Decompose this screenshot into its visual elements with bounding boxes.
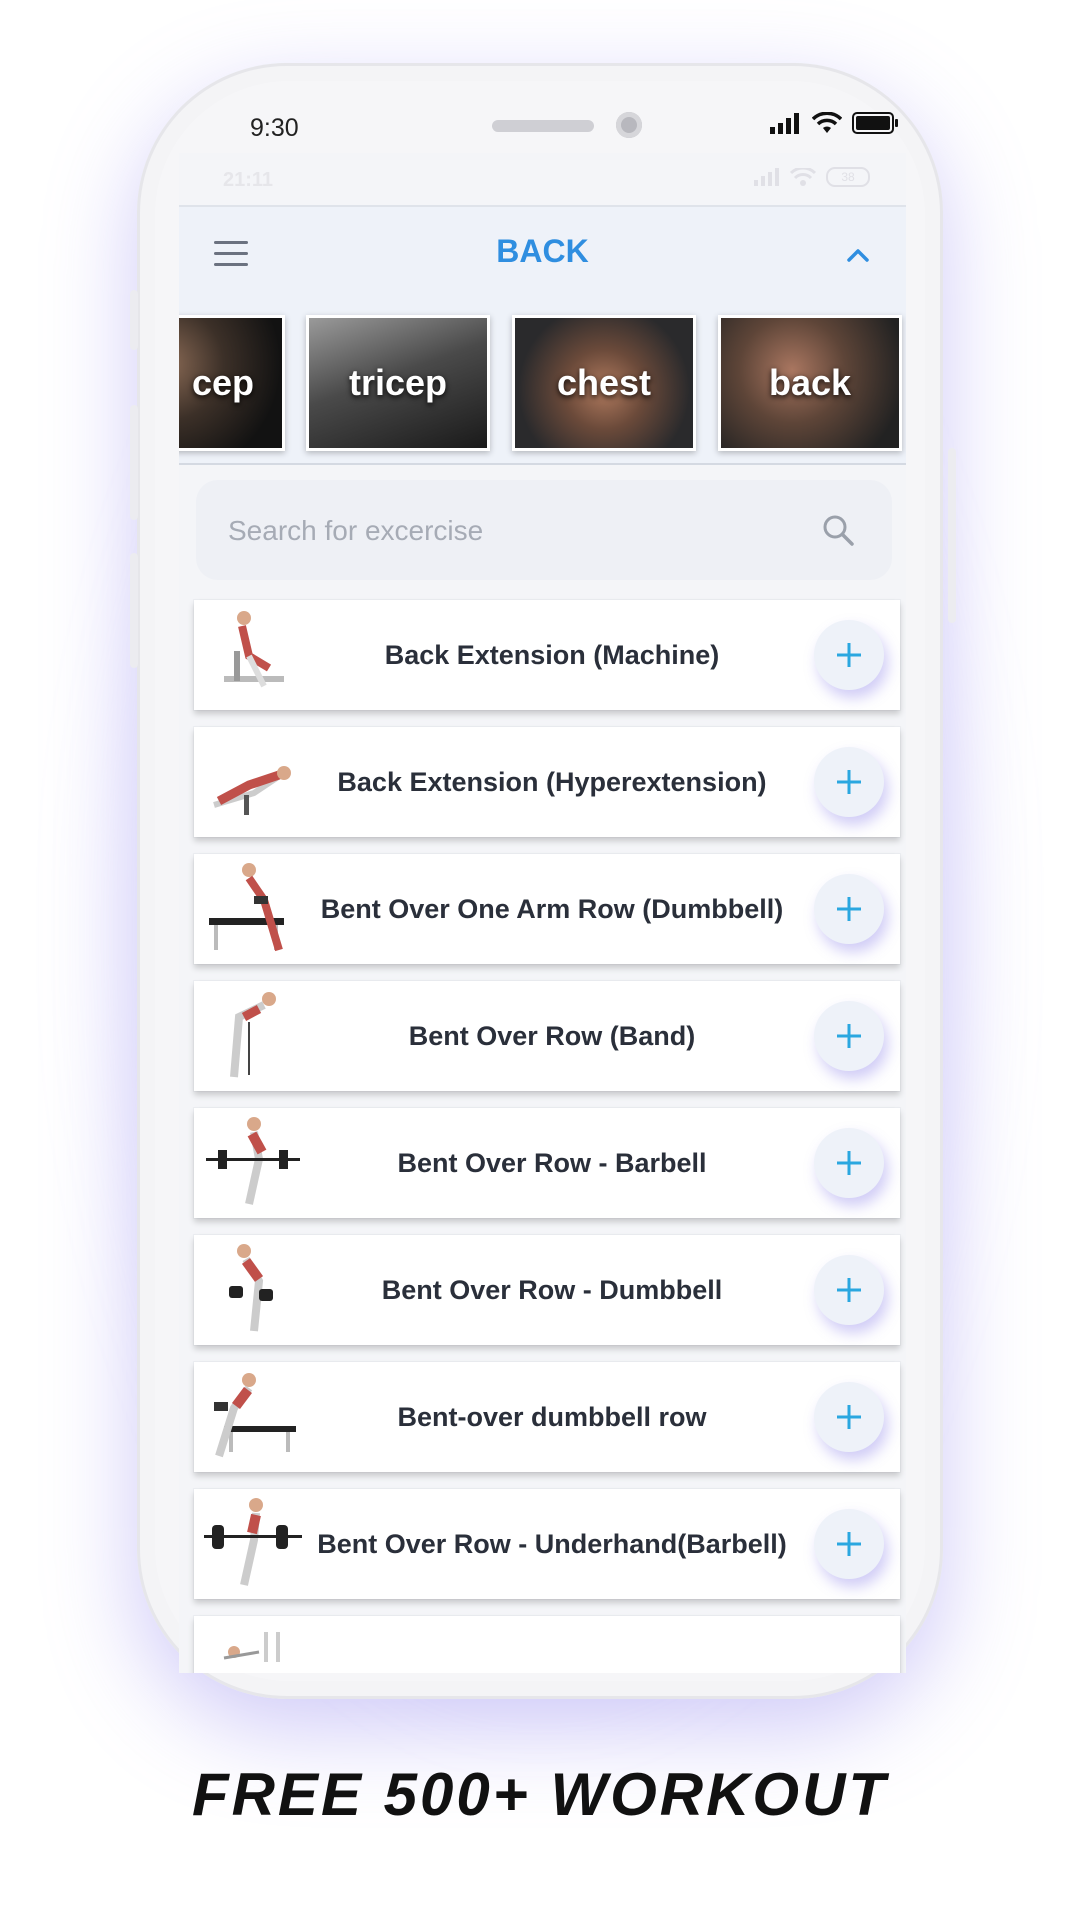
search-input[interactable] [226, 508, 790, 554]
signal-icon [754, 168, 779, 186]
category-card-bicep[interactable]: cep [179, 315, 285, 451]
exercise-row[interactable]: Bent Over Row (Band) [194, 981, 900, 1091]
add-exercise-button[interactable] [814, 1255, 884, 1325]
device-status-bar: 9:30 [250, 108, 900, 148]
category-label: chest [556, 362, 652, 403]
plus-icon [837, 897, 861, 921]
chevron-up-icon[interactable] [840, 237, 876, 273]
exercise-name: Bent-over dumbbell row [397, 1401, 707, 1432]
exercise-thumbnail [224, 611, 284, 688]
exercise-row[interactable]: Bent Over Row - Underhand(Barbell) [194, 1489, 900, 1599]
category-label: cep [191, 362, 255, 403]
app-status-icons: 38 [754, 167, 870, 187]
exercise-thumbnail [206, 1117, 300, 1205]
wifi-icon [790, 168, 816, 186]
add-exercise-button[interactable] [814, 1382, 884, 1452]
signal-icon [770, 113, 799, 134]
app-status-time: 21:11 [223, 169, 274, 191]
battery-icon: 38 [826, 167, 870, 187]
exercise-row[interactable]: Bent Over Row - Dumbbell [194, 1235, 900, 1345]
mute-switch [130, 290, 138, 350]
category-carousel[interactable]: cep tricep chest back [179, 305, 906, 465]
exercise-name: Back Extension (Hyperextension) [337, 766, 767, 797]
speaker-grille [492, 120, 594, 132]
exercise-thumbnail [209, 863, 284, 952]
exercise-row[interactable]: Back Extension (Hyperextension) [194, 727, 900, 837]
power-button [948, 448, 956, 623]
volume-down-button [130, 553, 138, 668]
plus-icon [837, 770, 861, 794]
exercise-row-partial[interactable] [194, 1616, 900, 1673]
exercise-name: Bent Over Row - Barbell [397, 1147, 707, 1178]
plus-icon [837, 643, 861, 667]
add-exercise-button[interactable] [814, 747, 884, 817]
exercise-row[interactable]: Bent-over dumbbell row [194, 1362, 900, 1472]
exercise-thumbnail [230, 992, 276, 1078]
add-exercise-button[interactable] [814, 874, 884, 944]
exercise-thumbnail [213, 766, 291, 815]
app-screen: 21:11 38 BACK cep tricep chest back Sear… [179, 153, 906, 1673]
exercise-thumbnail [229, 1244, 273, 1332]
plus-icon [837, 1532, 861, 1556]
wifi-icon [812, 112, 842, 133]
front-camera [616, 112, 642, 138]
exercise-row[interactable]: Back Extension (Machine) [194, 600, 900, 710]
exercise-name: Bent Over Row - Underhand(Barbell) [317, 1528, 787, 1559]
plus-icon [837, 1024, 861, 1048]
exercise-row[interactable]: Bent Over One Arm Row (Dumbbell) [194, 854, 900, 964]
exercise-thumbnail [214, 1373, 296, 1458]
system-icons [770, 112, 900, 134]
add-exercise-button[interactable] [814, 1001, 884, 1071]
exercise-list: Back Extension (Machine) Back Extension … [194, 600, 900, 1673]
page-title: BACK [496, 233, 589, 269]
exercise-name: Bent Over One Arm Row (Dumbbell) [320, 893, 784, 924]
add-exercise-button[interactable] [814, 1509, 884, 1579]
plus-icon [837, 1405, 861, 1429]
app-header: BACK [179, 207, 906, 305]
add-exercise-button[interactable] [814, 1128, 884, 1198]
exercise-name: Back Extension (Machine) [384, 639, 720, 670]
device-clock: 9:30 [250, 114, 299, 142]
exercise-row[interactable]: Bent Over Row - Barbell [194, 1108, 900, 1218]
exercise-thumbnail [204, 1498, 302, 1586]
category-label: tricep [348, 362, 448, 403]
category-card-back[interactable]: back [718, 315, 902, 451]
exercise-name: Bent Over Row - Dumbbell [381, 1274, 723, 1305]
category-card-tricep[interactable]: tricep [306, 315, 490, 451]
category-card-chest[interactable]: chest [512, 315, 696, 451]
battery-icon [852, 112, 898, 134]
exercise-thumbnail [223, 1632, 280, 1662]
promo-tagline: FREE 500+ WORKOUT [191, 1761, 889, 1828]
search-icon[interactable] [820, 512, 856, 548]
plus-icon [837, 1151, 861, 1175]
exercise-name: Bent Over Row (Band) [408, 1020, 696, 1051]
category-label: back [768, 362, 852, 403]
search-bar [196, 480, 892, 580]
app-status-bar: 21:11 38 [179, 153, 906, 207]
plus-icon [837, 1278, 861, 1302]
volume-up-button [130, 405, 138, 520]
add-exercise-button[interactable] [814, 620, 884, 690]
